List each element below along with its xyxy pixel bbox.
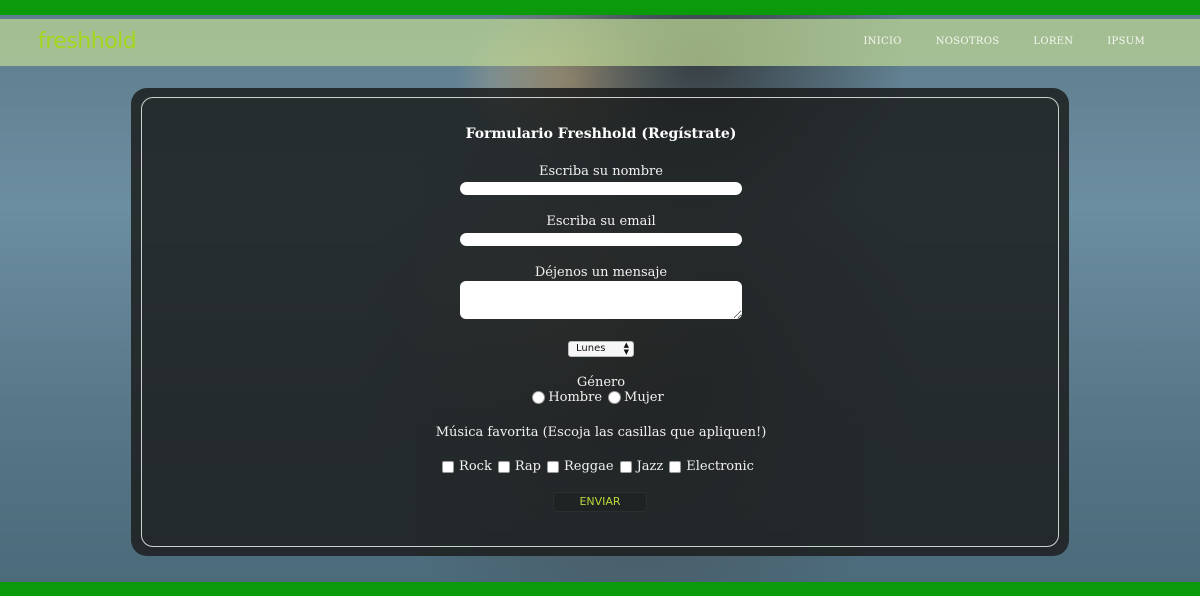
checkbox-rock[interactable] — [442, 460, 455, 473]
nav-link-loren[interactable]: LOREN — [1033, 36, 1073, 47]
nav-link-inicio[interactable]: INICIO — [863, 36, 901, 47]
music-label: Música favorita (Escoja las casillas que… — [435, 425, 767, 440]
music-checkbox-group: Rock Rap Reggae Jazz Electronic — [142, 459, 1060, 474]
day-select-value: Lunes — [576, 343, 606, 354]
music-option-rock[interactable]: Rock — [442, 459, 492, 474]
nav-links: INICIO NOSOTROS LOREN IPSUM — [863, 36, 1145, 47]
music-option-rap[interactable]: Rap — [497, 459, 541, 474]
nav-link-nosotros[interactable]: NOSOTROS — [936, 36, 1000, 47]
bottom-accent-bar — [0, 582, 1200, 596]
day-select[interactable]: Lunes ▲ ▼ — [568, 341, 634, 357]
name-label: Escriba su nombre — [539, 164, 663, 179]
music-option-label: Jazz — [636, 459, 664, 474]
top-accent-bar — [0, 0, 1200, 15]
checkbox-electronic[interactable] — [669, 460, 682, 473]
gender-option-label: Mujer — [624, 390, 664, 405]
form-panel: Formulario Freshhold (Regístrate) Escrib… — [131, 88, 1069, 556]
email-input[interactable] — [460, 233, 742, 246]
checkbox-rap[interactable] — [497, 460, 510, 473]
logo[interactable]: freshhold — [38, 29, 137, 54]
music-option-label: Electronic — [686, 459, 754, 474]
form-title: Formulario Freshhold (Regístrate) — [465, 126, 737, 142]
nav-link-ipsum[interactable]: IPSUM — [1107, 36, 1145, 47]
radio-hombre[interactable] — [532, 391, 546, 404]
registration-form: Formulario Freshhold (Regístrate) Escrib… — [142, 98, 1060, 548]
gender-option-label: Hombre — [548, 390, 603, 405]
gender-radio-group: Hombre Mujer — [142, 390, 1060, 405]
gender-option-mujer[interactable]: Mujer — [608, 390, 664, 405]
message-label: Déjenos un mensaje — [534, 265, 668, 280]
music-option-reggae[interactable]: Reggae — [547, 459, 614, 474]
checkbox-reggae[interactable] — [547, 460, 559, 473]
select-arrows-icon: ▲ ▼ — [623, 341, 629, 356]
music-option-label: Rap — [514, 459, 541, 474]
submit-button[interactable]: ENVIAR — [553, 492, 647, 512]
email-label: Escriba su email — [546, 214, 656, 229]
gender-label: Género — [576, 375, 626, 390]
music-option-electronic[interactable]: Electronic — [669, 459, 754, 474]
name-input[interactable] — [460, 182, 742, 195]
music-option-label: Reggae — [564, 459, 614, 474]
radio-mujer[interactable] — [608, 391, 622, 404]
form-panel-border: Formulario Freshhold (Regístrate) Escrib… — [141, 97, 1059, 547]
gender-option-hombre[interactable]: Hombre — [532, 390, 602, 405]
navbar: freshhold INICIO NOSOTROS LOREN IPSUM — [0, 19, 1200, 66]
music-option-jazz[interactable]: Jazz — [619, 459, 664, 474]
checkbox-jazz[interactable] — [619, 460, 632, 473]
message-textarea[interactable] — [460, 281, 742, 319]
music-option-label: Rock — [459, 459, 492, 474]
